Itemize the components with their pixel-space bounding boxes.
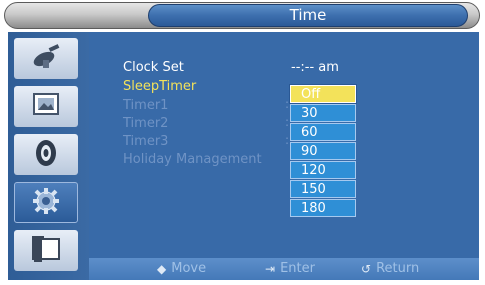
satellite-dish-icon [29,42,63,76]
dropdown-option-60[interactable]: 60 [290,123,356,141]
enter-icon: ⇥ [265,261,276,276]
menu-item-holiday-management[interactable]: Holiday Management [123,152,262,167]
footer-move: ◆ Move [157,261,206,276]
dropdown-option-120[interactable]: 120 [290,161,356,179]
sound-icon [33,138,59,172]
dropdown-option-180[interactable]: 180 [290,199,356,217]
clock-set-value: --:-- am [291,60,339,75]
footer-return: ↺ Return [361,261,419,276]
sidebar-item-antenna[interactable] [14,38,78,79]
input-source-icon [29,234,63,268]
menu-item-timer3[interactable]: Timer3 [123,134,168,149]
menu-item-timer1[interactable]: Timer1 [123,98,168,113]
menu-item-sleep-timer[interactable]: SleepTimer [123,79,196,94]
title-bar: Time [4,2,480,29]
footer-enter: ⇥ Enter [265,261,315,276]
sleep-timer-dropdown[interactable]: Off 30 60 90 120 150 180 [289,84,357,218]
sidebar [8,32,89,280]
menu-item-clock-set[interactable]: Clock Set [123,60,184,75]
return-icon: ↺ [361,261,372,276]
separator-colon: : [285,115,290,129]
footer-enter-label: Enter [280,261,315,276]
separator-colon: : [285,133,290,147]
footer-help-bar: ◆ Move ⇥ Enter ↺ Return [89,258,479,280]
setup-gear-icon [31,186,61,220]
sidebar-item-setup[interactable] [14,182,78,223]
picture-icon [31,91,61,123]
dropdown-option-150[interactable]: 150 [290,180,356,198]
separator-colon: : [285,97,290,111]
dropdown-option-90[interactable]: 90 [290,142,356,160]
dropdown-option-off[interactable]: Off [289,84,357,104]
time-menu: Clock Set --:-- am SleepTimer : Timer1 :… [89,32,479,258]
window-title: Time [148,4,468,27]
up-down-arrows-icon: ◆ [157,261,167,276]
menu-item-timer2[interactable]: Timer2 [123,116,168,131]
dropdown-option-30[interactable]: 30 [290,104,356,122]
sidebar-item-picture[interactable] [14,86,78,127]
osd-panel: Clock Set --:-- am SleepTimer : Timer1 :… [8,32,479,280]
sidebar-item-input[interactable] [14,230,78,271]
sidebar-item-sound[interactable] [14,134,78,175]
footer-return-label: Return [376,261,420,276]
footer-move-label: Move [171,261,207,276]
